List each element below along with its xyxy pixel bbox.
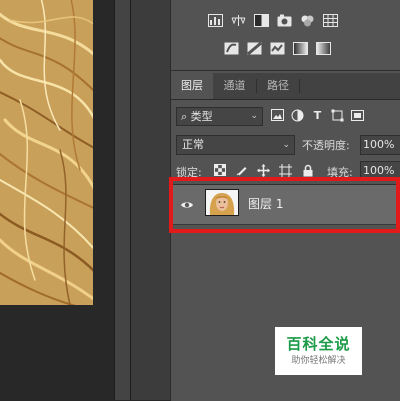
- adjustment-filter-icon[interactable]: [291, 109, 304, 123]
- opacity-label: 不透明度:: [302, 139, 350, 152]
- tab-divider: [299, 79, 300, 93]
- canvas-vertical-scrollbar[interactable]: [114, 0, 131, 400]
- panel-tabs: 图层 通道 路径: [171, 73, 400, 100]
- tab-layers[interactable]: 图层: [171, 73, 213, 99]
- selective-color-icon[interactable]: [315, 41, 332, 56]
- lock-all-icon[interactable]: [301, 164, 314, 177]
- blend-mode-row: 正常 ⌄ 不透明度: 100%: [171, 134, 400, 158]
- invert-icon[interactable]: [223, 41, 240, 56]
- color-balance-icon[interactable]: [230, 13, 247, 28]
- hair-photo: [0, 0, 93, 305]
- type-filter-icon[interactable]: T: [311, 109, 324, 123]
- image-filter-icon[interactable]: [271, 109, 284, 123]
- adjustments-row-2: [223, 41, 332, 56]
- chevron-down-icon: ⌄: [250, 111, 258, 121]
- lock-position-icon[interactable]: [257, 164, 270, 177]
- lock-icons: [213, 164, 314, 177]
- gradient-map-icon[interactable]: [292, 41, 309, 56]
- blend-mode-select[interactable]: 正常 ⌄: [176, 135, 295, 155]
- smart-object-filter-icon[interactable]: [351, 109, 364, 123]
- layer-filter-row: ⌕ 类型 ⌄ T: [171, 104, 400, 130]
- panel-collapse-gutter[interactable]: [131, 0, 171, 400]
- blend-mode-value: 正常: [182, 138, 204, 151]
- watermark-subtitle: 助你轻松解决: [291, 356, 346, 366]
- filter-kind-select[interactable]: ⌕ 类型 ⌄: [176, 107, 263, 126]
- adjustments-row-1: [207, 13, 339, 28]
- fill-field[interactable]: 100%: [360, 161, 400, 181]
- black-white-icon[interactable]: [253, 13, 270, 28]
- lock-pixels-icon[interactable]: [235, 164, 248, 177]
- shape-filter-icon[interactable]: [331, 109, 344, 123]
- watermark-title: 百科全说: [286, 335, 351, 353]
- fill-label: 填充:: [327, 166, 353, 179]
- color-lookup-icon[interactable]: [322, 13, 339, 28]
- chevron-down-icon: ⌄: [282, 140, 290, 150]
- tab-paths[interactable]: 路径: [257, 73, 299, 99]
- watermark-logo: 百科全说 助你轻松解决: [275, 327, 362, 375]
- document-canvas[interactable]: [0, 0, 114, 400]
- layer-thumbnail: [205, 189, 239, 216]
- threshold-icon[interactable]: [269, 41, 286, 56]
- levels-icon[interactable]: [207, 13, 224, 28]
- posterize-icon[interactable]: [246, 41, 263, 56]
- layer-row[interactable]: 图层 1: [171, 185, 400, 225]
- channel-mixer-icon[interactable]: [299, 13, 316, 28]
- filter-type-icons: T: [271, 109, 364, 123]
- lock-row: 锁定: 填充: 100%: [171, 160, 400, 182]
- opacity-field[interactable]: 100%: [360, 135, 400, 155]
- tab-channels[interactable]: 通道: [213, 73, 256, 99]
- adjustments-panel: [171, 0, 400, 71]
- lock-artboard-icon[interactable]: [279, 164, 292, 177]
- photo-filter-icon[interactable]: [276, 13, 293, 28]
- eye-icon[interactable]: [180, 197, 194, 211]
- layer-name[interactable]: 图层 1: [248, 195, 283, 212]
- lock-label: 锁定:: [176, 166, 202, 179]
- lock-transparency-icon[interactable]: [213, 164, 226, 177]
- search-icon: ⌕: [181, 110, 188, 123]
- filter-kind-label: 类型: [190, 110, 213, 123]
